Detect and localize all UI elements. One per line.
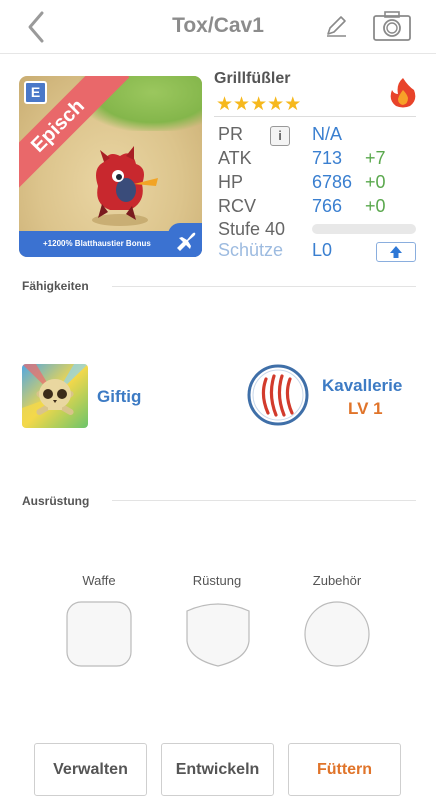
- info-icon[interactable]: i: [270, 126, 290, 146]
- hp-value: 6786: [312, 172, 353, 192]
- section-title-abilities: Fähigkeiten: [22, 279, 89, 293]
- hp-label: HP: [218, 172, 244, 192]
- arrow-up-icon: [390, 246, 402, 258]
- nav-bar: Tox/Cav1: [0, 0, 436, 54]
- weapon-slot[interactable]: [66, 601, 132, 667]
- page-title: Tox/Cav1: [172, 14, 264, 37]
- divider: [214, 116, 416, 117]
- star-icon: ★: [233, 94, 251, 115]
- star-icon: ★: [267, 94, 285, 115]
- armor-label: Rüstung: [192, 573, 242, 588]
- divider: [112, 286, 416, 287]
- pr-value: N/A: [312, 124, 343, 144]
- pencil-icon[interactable]: [322, 12, 350, 40]
- star-icon: ★: [216, 94, 234, 115]
- section-title-equipment: Ausrüstung: [22, 494, 90, 508]
- pet-name: Grillfüßler: [214, 70, 291, 87]
- divider: [112, 500, 416, 501]
- airplane-icon: [168, 223, 202, 257]
- creature-image: [92, 146, 158, 226]
- poison-skull-icon[interactable]: [22, 364, 88, 428]
- atk-value: 713: [312, 148, 343, 168]
- weapon-label: Waffe: [82, 573, 116, 588]
- rcv-value: 766: [312, 196, 343, 216]
- class-value: L0: [312, 240, 333, 260]
- star-rating: ★★★★★: [216, 93, 301, 116]
- skill-level: LV 1: [348, 399, 383, 418]
- rarity-badge-icon: [24, 81, 47, 104]
- star-icon: ★: [250, 94, 268, 115]
- pet-card[interactable]: Episch +1200% Blatthaustier Bonus: [19, 76, 202, 257]
- upgrade-button[interactable]: [376, 242, 416, 262]
- level-label: Stufe 40: [218, 219, 286, 239]
- accessory-label: Zubehör: [312, 573, 362, 588]
- chevron-left-icon[interactable]: [22, 9, 54, 45]
- manage-button[interactable]: Verwalten: [34, 743, 147, 796]
- armor-slot[interactable]: [185, 601, 251, 667]
- evolve-button[interactable]: Entwickeln: [161, 743, 274, 796]
- claw-marks-icon[interactable]: [246, 363, 310, 427]
- skill-name-giftig: Giftig: [97, 387, 142, 406]
- fire-icon: [390, 78, 416, 108]
- star-icon: ★: [284, 94, 302, 115]
- camera-icon[interactable]: [372, 10, 412, 42]
- accessory-slot[interactable]: [304, 601, 370, 667]
- skill-name-kavallerie: Kavallerie: [322, 376, 403, 395]
- hp-bonus: +0: [365, 172, 386, 192]
- rcv-bonus: +0: [365, 196, 386, 216]
- class-label: Schütze: [218, 240, 284, 260]
- level-progress-bar: [312, 224, 416, 234]
- feed-button[interactable]: Füttern: [288, 743, 401, 796]
- atk-label: ATK: [218, 148, 252, 168]
- atk-bonus: +7: [365, 148, 386, 168]
- rcv-label: RCV: [218, 196, 257, 216]
- pr-label: PR: [218, 124, 244, 144]
